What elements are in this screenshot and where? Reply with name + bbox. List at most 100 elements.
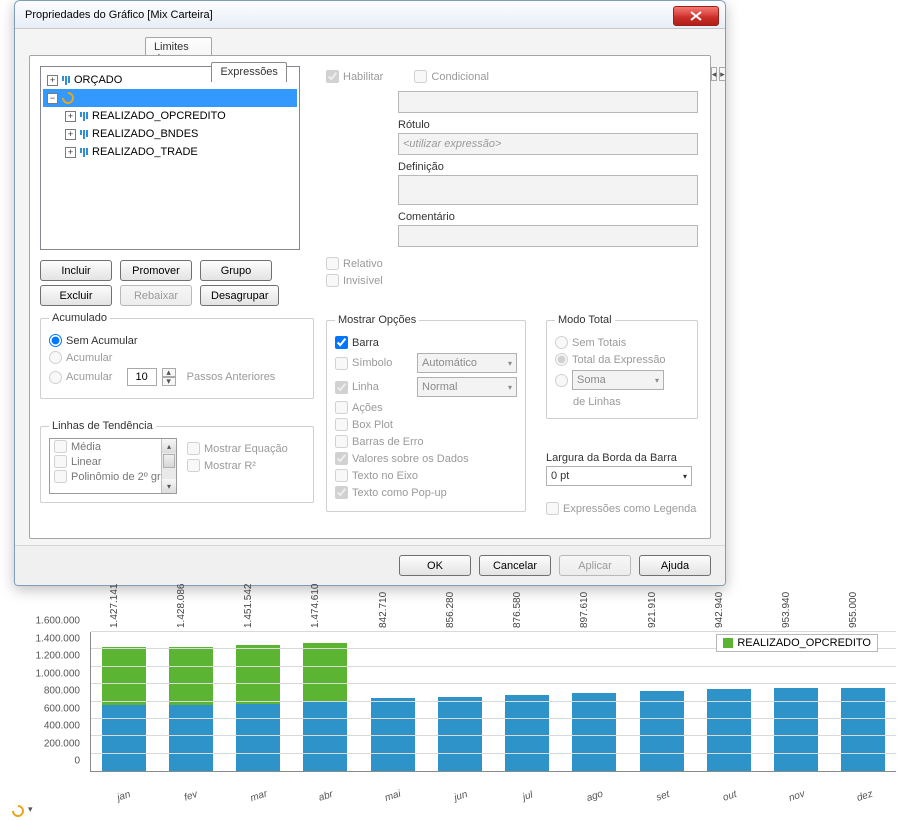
tree-item-trade[interactable]: + REALIZADO_TRADE: [43, 143, 297, 161]
scroll-thumb[interactable]: [163, 454, 175, 468]
expression-tree[interactable]: + ORÇADO − + REALIZADO_OPCREDITO + REALI…: [40, 66, 300, 250]
acoes-check: [335, 401, 348, 414]
condicional-label: Condicional: [431, 71, 488, 83]
x-tick: out: [705, 783, 755, 809]
bar-segment-blue: [572, 693, 616, 771]
spin-down-icon[interactable]: ▾: [162, 377, 176, 386]
definicao-input[interactable]: [398, 175, 698, 205]
window-title: Propriedades do Gráfico [Mix Carteira]: [25, 9, 213, 21]
tree-item-opcredito[interactable]: + REALIZADO_OPCREDITO: [43, 107, 297, 125]
x-tick: mai: [368, 783, 418, 809]
simbolo-label: Símbolo: [352, 357, 392, 369]
invisivel-check: [326, 274, 339, 287]
tab-scroll-left-icon[interactable]: ◂: [711, 67, 718, 81]
legend-swatch: [723, 638, 733, 648]
close-button[interactable]: [673, 6, 719, 26]
mostrar-eq-check: [187, 442, 200, 455]
acumulado-group: Acumulado Sem Acumular Acumular Acumular…: [40, 312, 314, 399]
chevron-down-icon: ▾: [508, 359, 512, 368]
incluir-button[interactable]: Incluir: [40, 260, 112, 281]
sem-acumular-radio[interactable]: [49, 334, 62, 347]
rotulo-label: Rótulo: [398, 119, 700, 131]
simbolo-value: Automático: [422, 357, 477, 369]
barra-check[interactable]: [335, 336, 348, 349]
comentario-label: Comentário: [398, 211, 700, 223]
y-tick: 1.600.000: [36, 616, 81, 627]
bar-group: 1.451.542: [234, 632, 283, 771]
sem-acumular-label: Sem Acumular: [66, 335, 138, 347]
tab-expressoes[interactable]: Expressões: [211, 62, 286, 82]
bar-segment-blue: [236, 704, 280, 771]
soma-combo[interactable]: Soma ▾: [572, 370, 664, 390]
expander-icon[interactable]: +: [47, 75, 58, 86]
definicao-label: Definição: [398, 161, 700, 173]
y-tick: 400.000: [44, 721, 80, 732]
expander-icon[interactable]: +: [65, 111, 76, 122]
right-column: Habilitar Condicional Rótulo <utilizar e…: [326, 66, 700, 528]
linha-check: [335, 381, 348, 394]
acumular-n-radio: [49, 371, 62, 384]
x-tick: nov: [772, 783, 822, 809]
expander-icon[interactable]: +: [65, 147, 76, 158]
desagrupar-button[interactable]: Desagrupar: [200, 285, 279, 306]
borda-combo[interactable]: 0 pt ▾: [546, 466, 692, 486]
bar-value-label: 1.451.542: [243, 584, 254, 629]
ajuda-button[interactable]: Ajuda: [639, 555, 711, 576]
trend-poly-check: [54, 470, 67, 483]
simbolo-check: [335, 357, 348, 370]
bar-segment-blue: [640, 691, 684, 771]
bar-value-label: 1.427.141: [109, 584, 120, 629]
x-tick: fev: [166, 783, 216, 809]
trend-item: Linear: [71, 456, 102, 468]
x-tick: dez: [839, 783, 889, 809]
mostrar-r2-check: [187, 459, 200, 472]
simbolo-combo[interactable]: Automático ▾: [417, 353, 517, 373]
tree-label: ORÇADO: [74, 74, 122, 86]
trend-item: Polinômio de 2º gra: [71, 471, 167, 483]
bar-segment-blue: [438, 697, 482, 771]
linha-value: Normal: [422, 381, 457, 393]
barraserro-label: Barras de Erro: [352, 436, 424, 448]
bar-value-label: 842.710: [378, 592, 389, 628]
bar-segment-blue: [169, 705, 213, 771]
bar-segment-green: [102, 647, 146, 705]
y-tick: 1.200.000: [36, 651, 81, 662]
acumular-label: Acumular: [66, 352, 112, 364]
tendencia-group: Linhas de Tendência Média Linear Polinôm…: [40, 420, 314, 503]
gridline: [91, 753, 896, 754]
passos-spin[interactable]: [127, 368, 157, 386]
rotulo-input[interactable]: <utilizar expressão>: [398, 133, 698, 155]
soma-radio: [555, 374, 568, 387]
legend-text: REALIZADO_OPCREDITO: [737, 637, 871, 649]
textoeixo-check: [335, 469, 348, 482]
acumular-radio: [49, 351, 62, 364]
gridline: [91, 683, 896, 684]
trend-list[interactable]: Média Linear Polinômio de 2º gra ▴ ▾: [49, 438, 177, 494]
scroll-down-icon[interactable]: ▾: [162, 479, 176, 493]
delinhas-label: de Linhas: [573, 396, 689, 408]
x-labels: janfevmarabrmaijunjulagosetoutnovdez: [90, 787, 896, 798]
chevron-down-icon[interactable]: ▾: [28, 804, 33, 815]
mostrar-eq-label: Mostrar Equação: [204, 443, 288, 455]
ok-button[interactable]: OK: [399, 555, 471, 576]
promover-button[interactable]: Promover: [120, 260, 192, 281]
grupo-button[interactable]: Grupo: [200, 260, 272, 281]
linha-combo[interactable]: Normal ▾: [417, 377, 517, 397]
condicional-input[interactable]: [398, 91, 698, 113]
comentario-input[interactable]: [398, 225, 698, 247]
dialog-footer: OK Cancelar Aplicar Ajuda: [15, 545, 725, 585]
gridline: [91, 735, 896, 736]
tree-item-cycle[interactable]: −: [43, 89, 297, 107]
scroll-up-icon[interactable]: ▴: [162, 439, 176, 453]
expander-icon[interactable]: −: [47, 93, 58, 104]
chart-properties-dialog: Propriedades do Gráfico [Mix Carteira] G…: [14, 0, 726, 586]
excluir-button[interactable]: Excluir: [40, 285, 112, 306]
tab-scroll-right-icon[interactable]: ▸: [719, 67, 726, 81]
cancelar-button[interactable]: Cancelar: [479, 555, 551, 576]
tree-item-bndes[interactable]: + REALIZADO_BNDES: [43, 125, 297, 143]
popup-label: Texto como Pop-up: [352, 487, 447, 499]
trend-scrollbar[interactable]: ▴ ▾: [161, 439, 176, 493]
acumulado-legend: Acumulado: [49, 312, 110, 324]
totalexpr-radio: [555, 353, 568, 366]
expander-icon[interactable]: +: [65, 129, 76, 140]
